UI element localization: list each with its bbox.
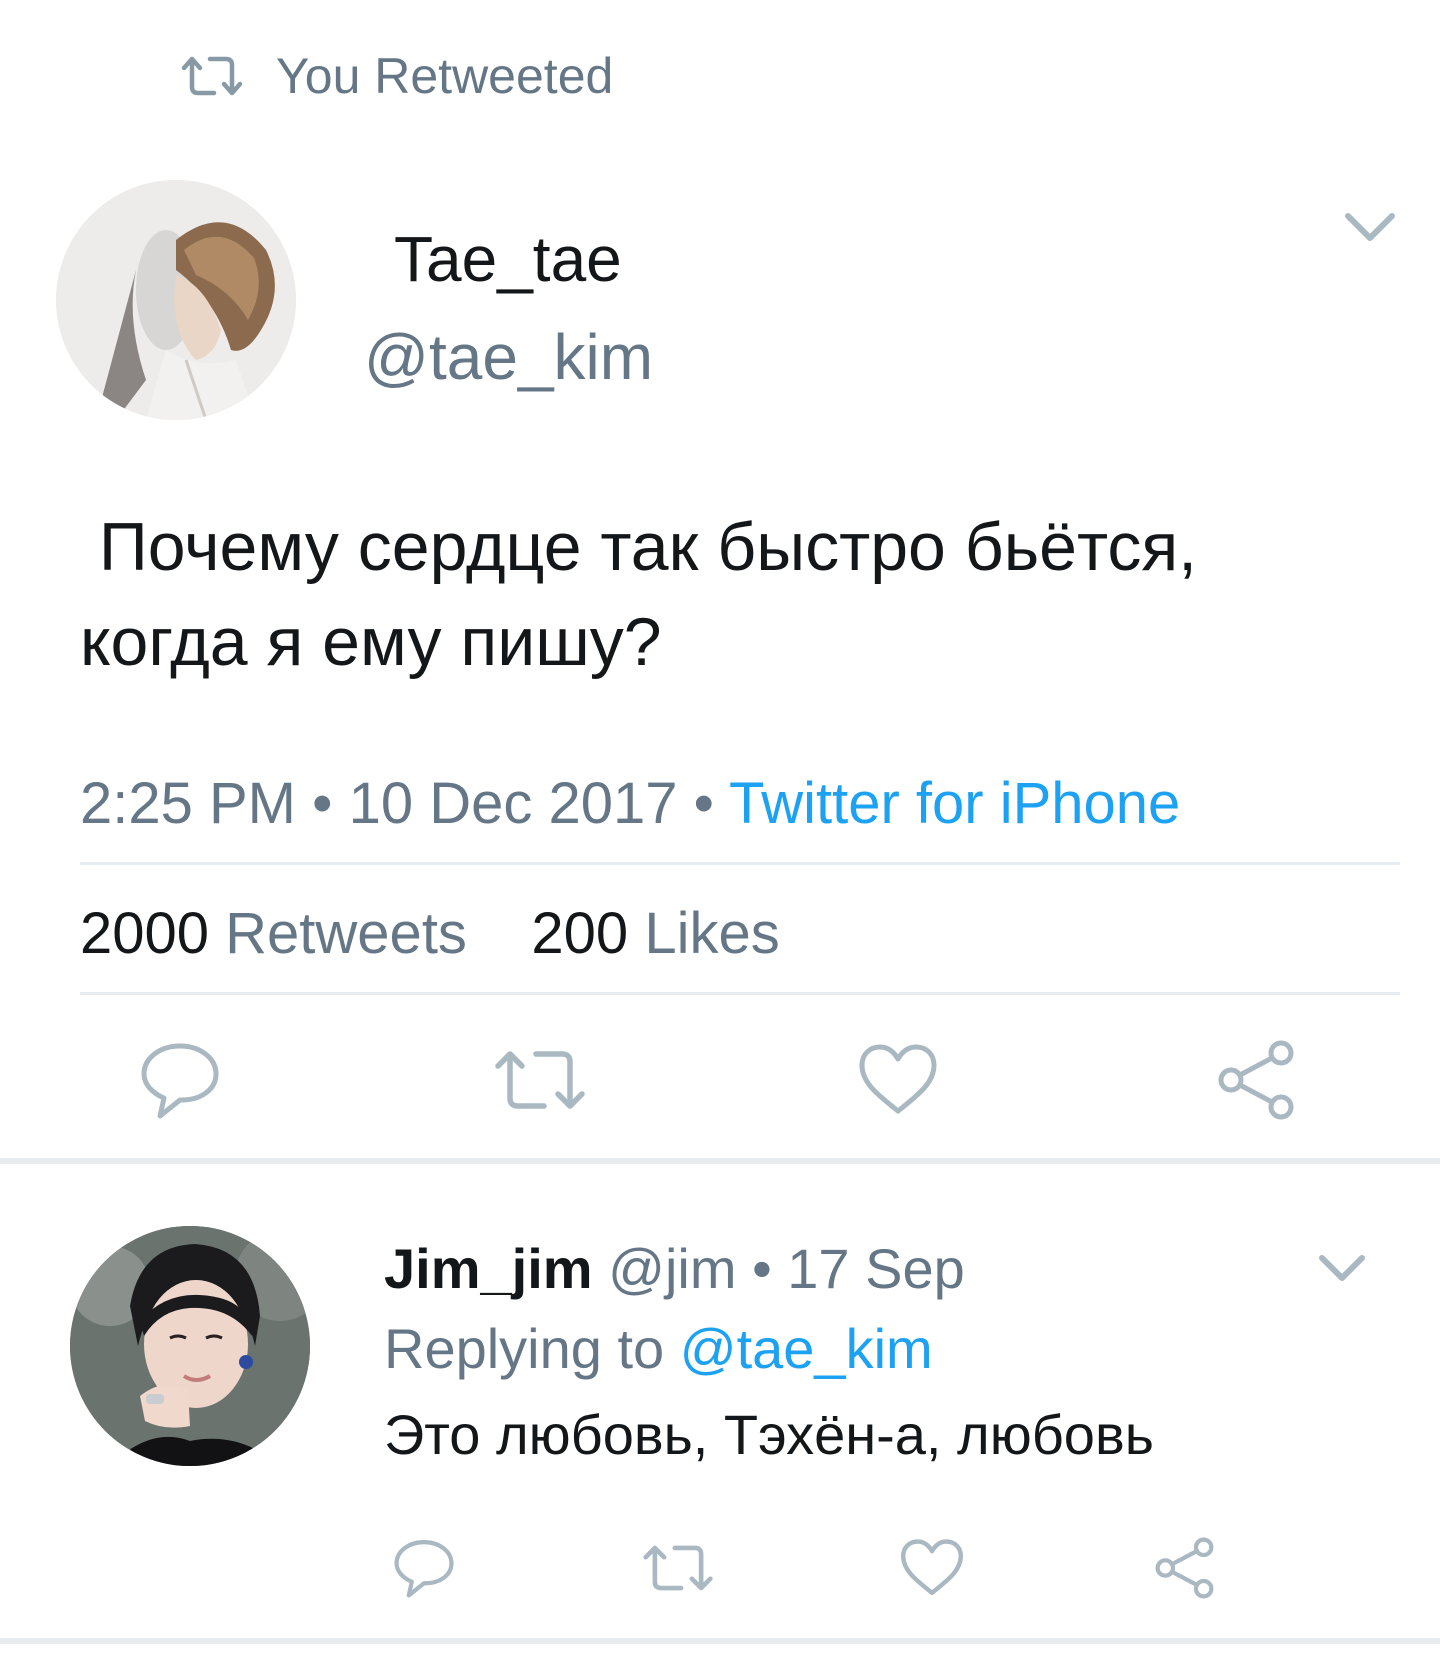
reply-author-name[interactable]: Jim_jim xyxy=(384,1237,593,1300)
reply-separator: • xyxy=(752,1237,772,1300)
retweet-icon[interactable] xyxy=(490,1030,590,1130)
retweets-count: 2000 xyxy=(80,901,210,966)
tweet-source-link[interactable]: Twitter for iPhone xyxy=(729,771,1180,836)
reply-date: 17 Sep xyxy=(787,1237,965,1300)
reply-icon[interactable] xyxy=(384,1528,464,1608)
reply-icon[interactable] xyxy=(130,1030,230,1130)
share-icon[interactable] xyxy=(1208,1030,1308,1130)
tweet-meta: 2:25 PM • 10 Dec 2017 • Twitter for iPho… xyxy=(80,770,1180,837)
likes-stat[interactable]: 200 Likes xyxy=(531,901,779,966)
tweet-time: 2:25 PM xyxy=(80,771,296,836)
replying-to-label: Replying to xyxy=(384,1317,665,1380)
reply-header: Jim_jim @jim • 17 Sep xyxy=(384,1236,965,1301)
reply-author-handle[interactable]: @jim xyxy=(608,1237,736,1300)
like-icon[interactable] xyxy=(848,1030,948,1130)
meta-separator: • xyxy=(312,771,333,836)
chevron-down-icon[interactable] xyxy=(1316,1250,1368,1288)
tweet-date: 10 Dec 2017 xyxy=(348,771,678,836)
retweets-stat[interactable]: 2000 Retweets xyxy=(80,901,467,966)
meta-separator: • xyxy=(693,771,714,836)
replying-to: Replying to @tae_kim xyxy=(384,1316,933,1381)
like-icon[interactable] xyxy=(892,1528,972,1608)
divider xyxy=(80,862,1400,865)
divider xyxy=(80,992,1400,995)
retweet-context-label: You Retweeted xyxy=(276,48,614,104)
tweet-separator xyxy=(0,1158,1440,1164)
likes-count: 200 xyxy=(531,901,629,966)
likes-label: Likes xyxy=(644,901,780,966)
author-handle[interactable]: @tae_kim xyxy=(364,320,653,394)
tweet-text: Почему сердце так быстро бьётся, когда я… xyxy=(80,509,1198,680)
retweets-label: Retweets xyxy=(225,901,467,966)
chevron-down-icon[interactable] xyxy=(1342,208,1398,248)
reply-author-avatar[interactable] xyxy=(70,1226,310,1466)
reply-text: Это любовь, Тэхён-а, любовь xyxy=(384,1403,1154,1466)
retweet-icon[interactable] xyxy=(638,1528,718,1608)
replying-to-mention[interactable]: @tae_kim xyxy=(680,1317,933,1380)
author-avatar[interactable] xyxy=(56,180,296,420)
tweet-separator xyxy=(0,1638,1440,1644)
retweet-context: You Retweeted xyxy=(180,46,613,106)
retweet-icon xyxy=(180,46,252,106)
author-name[interactable]: Tae_tae xyxy=(394,222,622,296)
share-icon[interactable] xyxy=(1146,1528,1226,1608)
tweet-stats: 2000 Retweets 200 Likes xyxy=(80,900,780,967)
